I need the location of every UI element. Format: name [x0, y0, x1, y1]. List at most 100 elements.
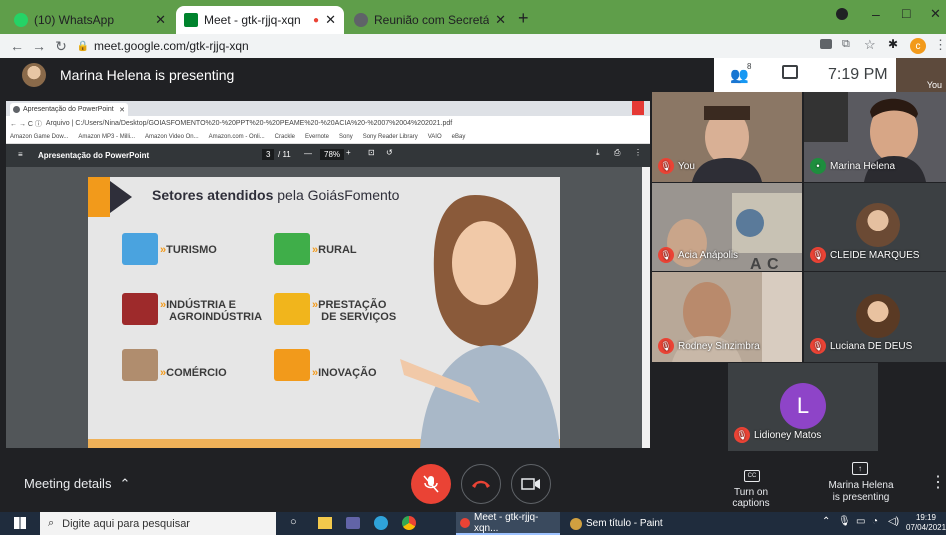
pdf-toolbar: ≡ Apresentação do PowerPoint 3 / 11 — 78… [6, 144, 650, 167]
pdf-page-total: / 11 [278, 150, 291, 159]
teams-icon[interactable] [346, 517, 360, 529]
participant-tile-cleide[interactable]: 🎙 CLEIDE MARQUES [804, 183, 946, 271]
meet-header: Marina Helena is presenting 👥 8 7:19 PM … [0, 58, 946, 92]
camera-icon [521, 478, 540, 490]
present-now-icon[interactable]: ↑ [852, 462, 868, 475]
new-tab-button[interactable]: + [518, 8, 529, 29]
participant-avatar: L [780, 383, 826, 429]
media-indicator-icon[interactable] [836, 8, 848, 20]
shared-bookmarks-bar: Amazon Game Dow... Amazon MP3 - Milli...… [6, 131, 650, 144]
shared-url: Arquivo | C:/Users/Nina/Desktop/GOIASFOM… [45, 120, 453, 127]
participant-avatar [856, 203, 900, 247]
shared-nav-icons: ← → C ⓘ [10, 120, 42, 128]
leave-call-button[interactable] [461, 464, 501, 504]
profile-avatar[interactable]: c [910, 38, 926, 54]
reload-icon[interactable]: ↻ [50, 38, 72, 55]
chrome-icon [460, 517, 470, 528]
taskbar-clock[interactable]: 19:19 07/04/2021 [906, 513, 946, 533]
back-icon[interactable]: ← [6, 38, 28, 54]
tab-reuniao[interactable]: Reunião com Secretário da Retor ✕ [346, 6, 514, 34]
edge-icon[interactable] [374, 516, 388, 530]
bookmark-item: Amazon MP3 - Milli... [78, 134, 136, 140]
bookmark-item: Sony Reader Library [362, 134, 418, 140]
slide: Setores atendidos pela GoiásFomento »TUR… [88, 177, 560, 448]
participant-tile-acia[interactable]: AC 🎙 Acia Anápolis [652, 183, 802, 271]
presenting-status: is presenting [832, 492, 890, 503]
menu-icon[interactable]: ⋮ [934, 37, 946, 53]
battery-icon[interactable]: ▭ [856, 516, 865, 527]
chat-icon[interactable] [782, 65, 798, 79]
presenter-avatar [22, 63, 46, 87]
sector-industry: »INDÚSTRIA E AGROINDÚSTRIA [160, 299, 263, 323]
mic-on-icon: • [810, 158, 826, 174]
mic-off-icon: 🎙 [658, 247, 674, 263]
close-tab-icon[interactable]: ✕ [325, 12, 336, 28]
presentation-screen: Apresentação do PowerPoint ✕ ← → C ⓘ Arq… [6, 101, 650, 448]
download-icon: ⤓ [596, 148, 600, 157]
pdf-page-number: 3 [262, 149, 275, 160]
captions-icon[interactable]: CC [744, 470, 760, 482]
task-view-icon[interactable]: ○ [290, 516, 297, 528]
camera-indicator-icon[interactable] [820, 39, 832, 49]
maximize-button[interactable]: □ [902, 5, 910, 21]
tray-chevron-icon[interactable]: ⌃ [822, 516, 830, 527]
minimize-button[interactable]: – [872, 6, 880, 22]
self-view-label: You [926, 80, 942, 90]
presenting-status-button[interactable]: Marina Helena is presenting [818, 480, 904, 504]
wifi-icon[interactable]: ◔ [872, 516, 878, 527]
participant-tile-luciana[interactable]: 🎙 Luciana DE DEUS [804, 272, 946, 362]
tab-whatsapp[interactable]: (10) WhatsApp ✕ [6, 6, 174, 34]
woman-photo [400, 195, 560, 448]
pdf-zoom: 78% [320, 149, 345, 160]
mic-off-icon: 🎙 [658, 158, 674, 174]
svg-text:A: A [750, 256, 762, 271]
chevron-up-icon: ⌃ [119, 476, 131, 491]
pdf-menu-icon: ≡ [18, 150, 23, 159]
translate-icon[interactable]: ⧉ [842, 38, 850, 51]
taskbar-search[interactable]: ⌕ Digite aqui para pesquisar [40, 512, 276, 535]
bookmark-star-icon[interactable]: ☆ [864, 37, 876, 53]
close-tab-icon[interactable]: ✕ [495, 12, 506, 28]
people-icon[interactable]: 👥 [730, 66, 749, 84]
mic-toggle-button[interactable] [411, 464, 451, 504]
captions-button-label[interactable]: Turn on captions [715, 487, 787, 509]
participant-tile-lidioney[interactable]: L 🎙 Lidioney Matos [728, 363, 878, 451]
more-options-icon[interactable]: ⋮ [930, 472, 946, 492]
close-tab-icon[interactable]: ✕ [155, 12, 166, 28]
url-field[interactable]: meet.google.com/gtk-rjjq-xqn [94, 39, 249, 53]
windows-start-icon[interactable] [14, 517, 26, 529]
tab-meet[interactable]: Meet - gtk-rjjq-xqn ● ✕ [176, 6, 344, 34]
self-view-thumbnail[interactable]: You [896, 58, 946, 92]
participant-name: 🎙 Rodney Sinzimbra [658, 338, 760, 354]
svg-text:C: C [767, 256, 779, 271]
lock-icon[interactable]: 🔒 [72, 41, 94, 52]
extensions-icon[interactable]: ✱ [888, 37, 898, 51]
camera-toggle-button[interactable] [511, 464, 551, 504]
bookmark-item: Amazon.com - Onli... [208, 134, 265, 140]
pdf-scrollbar [642, 167, 650, 448]
paint-icon [570, 517, 582, 530]
tourism-icon [122, 233, 158, 265]
participant-tile-you[interactable]: 🎙 You [652, 92, 802, 182]
pdf-title: Apresentação do PowerPoint [38, 151, 150, 160]
meeting-details-button[interactable]: Meeting details ⌃ [24, 476, 130, 492]
file-explorer-icon[interactable] [318, 517, 332, 529]
bookmark-item: Evernote [305, 134, 330, 140]
taskbar-app-meet[interactable]: Meet - gtk-rjjq-xqn... [456, 512, 560, 535]
participant-name: 🎙 Acia Anápolis [658, 247, 738, 263]
fit-page-icon: ⊡ [368, 148, 375, 157]
shared-tab-label: Apresentação do PowerPoint [23, 106, 114, 113]
forward-icon[interactable]: → [28, 38, 50, 54]
meeting-details-label: Meeting details [24, 476, 112, 491]
participant-tile-marina[interactable]: • Marina Helena [804, 92, 946, 182]
commerce-icon [122, 349, 158, 381]
volume-icon[interactable]: ◁) [888, 516, 899, 527]
meet-icon [184, 13, 198, 27]
participant-tile-rodney[interactable]: 🎙 Rodney Sinzimbra [652, 272, 802, 362]
taskbar-app-paint[interactable]: Sem título - Paint [566, 512, 676, 535]
presenting-name: Marina Helena [828, 480, 894, 491]
chrome-icon[interactable] [402, 516, 416, 530]
mic-tray-icon[interactable]: 🎙 [838, 516, 851, 527]
meeting-time: 7:19 PM [828, 66, 888, 83]
close-window-button[interactable]: ✕ [930, 6, 941, 22]
